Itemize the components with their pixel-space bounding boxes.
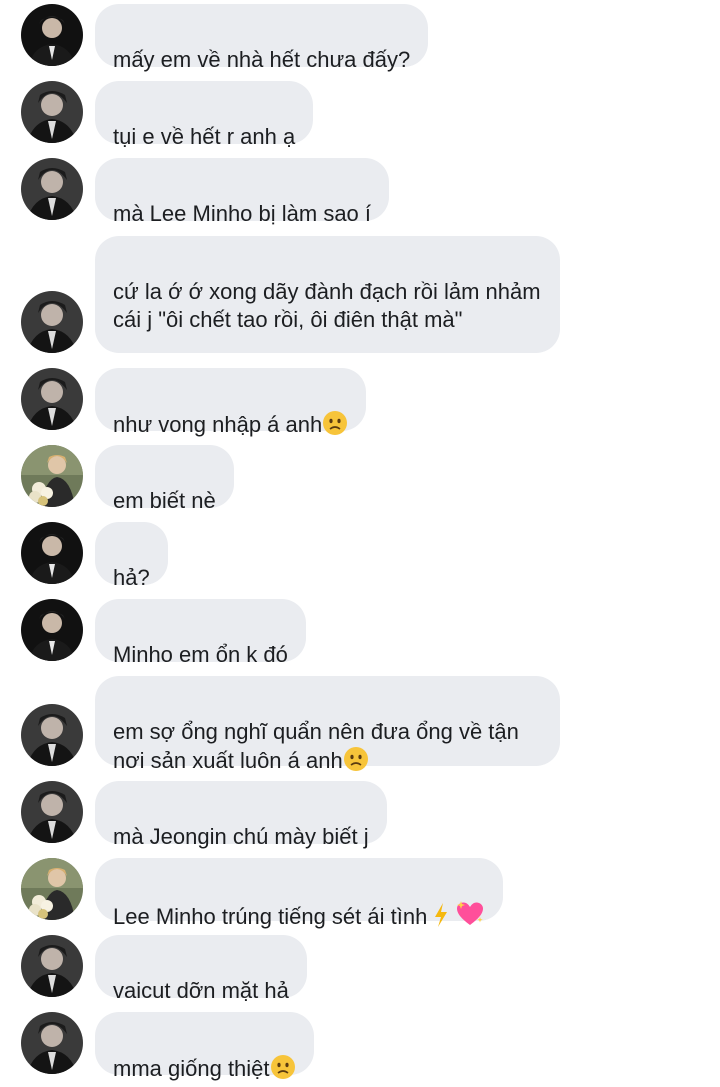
avatar[interactable]	[21, 158, 83, 220]
message-bubble[interactable]: Minho em ổn k đó	[95, 599, 306, 667]
avatar[interactable]	[21, 781, 83, 843]
avatar[interactable]	[21, 522, 83, 584]
avatar[interactable]	[21, 858, 83, 920]
avatar[interactable]	[21, 81, 83, 143]
message-bubble[interactable]: em biết nè	[95, 445, 234, 513]
message-text: vaicut dỡn mặt hả	[113, 978, 289, 1003]
message-text: em sợ ổng nghĩ quẩn nên đưa ổng về tận n…	[113, 719, 519, 773]
worried-face-icon	[322, 410, 348, 443]
message-bubble[interactable]: mà Jeongin chú mày biết j	[95, 781, 387, 849]
message-bubble[interactable]: như vong nhập á anh	[95, 368, 367, 437]
message-bubble[interactable]: cứ la ớ ớ xong dãy đành đạch rồi lảm nhả…	[95, 236, 560, 353]
avatar[interactable]	[21, 704, 83, 766]
message-text: mấy em về nhà hết chưa đấy?	[113, 47, 411, 72]
message-text: Lee Minho trúng tiếng sét ái tình	[113, 904, 428, 929]
message-text: như vong nhập á anh	[113, 412, 323, 437]
message-bubble[interactable]: mma giống thiệt	[95, 1012, 314, 1081]
message-bubble[interactable]: vaicut dỡn mặt hả	[95, 935, 307, 1003]
sparkling-heart-icon	[455, 900, 485, 935]
avatar[interactable]	[21, 368, 83, 430]
avatar[interactable]	[21, 291, 83, 353]
lightning-icon	[433, 902, 449, 935]
message-text: mà Jeongin chú mày biết j	[113, 824, 369, 849]
message-text: tụi e về hết r anh ạ	[113, 124, 296, 149]
worried-face-icon	[270, 1054, 296, 1087]
message-text: Minho em ổn k đó	[113, 642, 288, 667]
chat-thread: mấy em về nhà hết chưa đấy? tụi e về hết…	[0, 0, 720, 1081]
avatar[interactable]	[21, 935, 83, 997]
message-text: em biết nè	[113, 488, 216, 513]
message-text: mà Lee Minho bị làm sao í	[113, 201, 372, 226]
message-bubble[interactable]: mà Lee Minho bị làm sao í	[95, 158, 390, 226]
avatar[interactable]	[21, 445, 83, 507]
message-bubble[interactable]: mấy em về nhà hết chưa đấy?	[95, 4, 429, 72]
message-bubble[interactable]: tụi e về hết r anh ạ	[95, 81, 314, 149]
message-bubble[interactable]: hả?	[95, 522, 168, 590]
message-bubble[interactable]: em sợ ổng nghĩ quẩn nên đưa ổng về tận n…	[95, 676, 560, 773]
avatar[interactable]	[21, 4, 83, 66]
message-text: hả?	[113, 565, 150, 590]
message-text: cứ la ớ ớ xong dãy đành đạch rồi lảm nhả…	[113, 279, 541, 332]
avatar[interactable]	[21, 599, 83, 661]
worried-face-icon	[343, 746, 369, 779]
avatar[interactable]	[21, 1012, 83, 1074]
message-bubble[interactable]: Lee Minho trúng tiếng sét ái tình	[95, 858, 504, 929]
message-text: mma giống thiệt	[113, 1056, 270, 1081]
